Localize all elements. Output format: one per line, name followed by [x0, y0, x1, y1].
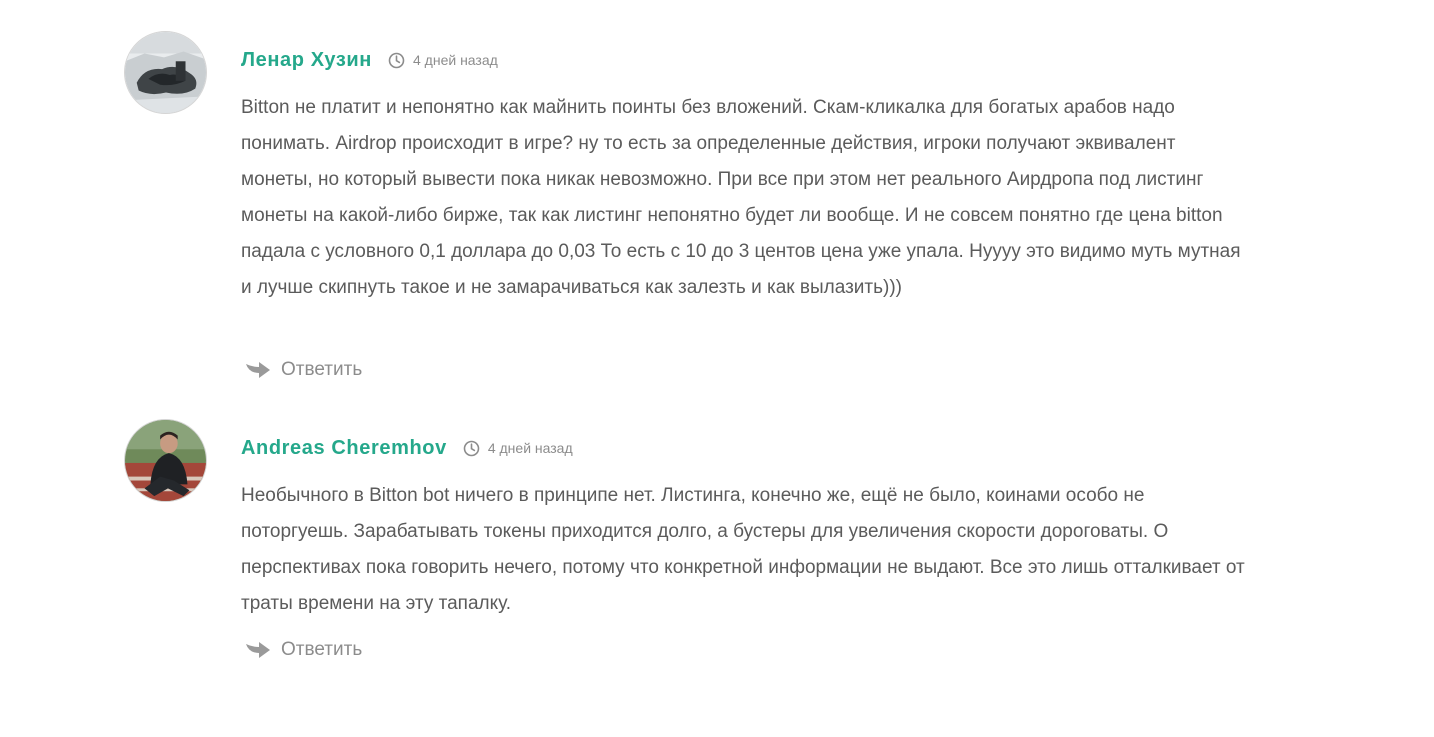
reply-button[interactable]: Ответить [244, 357, 362, 383]
comment-time[interactable]: 4 дней назад [413, 52, 498, 68]
reply-label: Ответить [281, 359, 363, 380]
avatar [124, 31, 207, 114]
clock-icon [388, 52, 405, 69]
author-name[interactable]: Ленар Хузин [241, 49, 372, 72]
comment-time[interactable]: 4 дней назад [488, 440, 573, 456]
author-name[interactable]: Andreas Cheremhov [241, 437, 447, 460]
reply-arrow-icon [244, 639, 272, 661]
comment-text: Bitton не платит и непонятно как майнить… [241, 97, 1241, 298]
avatar [124, 419, 207, 502]
reply-label: Ответить [281, 639, 363, 660]
comment-meta: Ленар Хузин 4 дней назад [241, 47, 498, 73]
clock-icon [463, 440, 480, 457]
comment-meta: Andreas Cheremhov 4 дней назад [241, 435, 573, 461]
comment-text: Необычного в Bitton bot ничего в принцип… [241, 485, 1245, 614]
reply-button[interactable]: Ответить [244, 637, 362, 663]
reply-arrow-icon [244, 359, 272, 381]
